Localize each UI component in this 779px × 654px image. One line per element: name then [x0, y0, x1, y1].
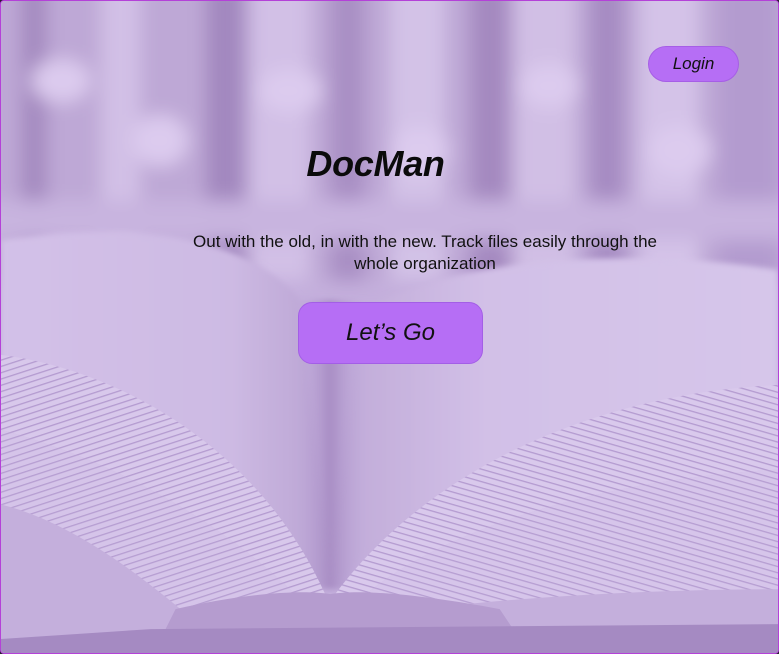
landing-page: Login DocMan Out with the old, in with t… — [0, 0, 779, 654]
tagline: Out with the old, in with the new. Track… — [193, 232, 657, 273]
page-title: DocMan — [306, 143, 445, 184]
login-button[interactable]: Login — [648, 46, 739, 82]
login-label: Login — [672, 54, 715, 73]
lets-go-button[interactable]: Let’s Go — [298, 302, 483, 364]
lets-go-label: Let’s Go — [346, 319, 435, 346]
